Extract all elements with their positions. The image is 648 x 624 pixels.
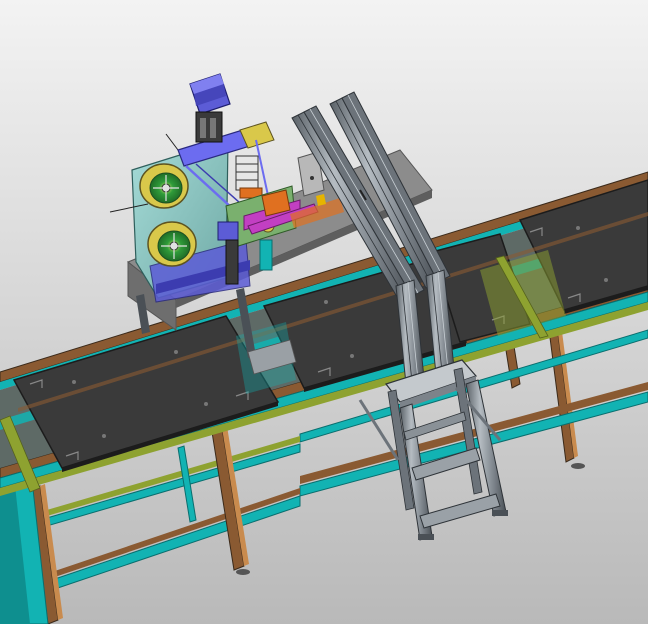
- side-motor: [235, 155, 263, 199]
- wire-reel-lower: [147, 221, 197, 267]
- wire-reel-upper: [139, 163, 189, 209]
- cad-scene: [0, 0, 648, 624]
